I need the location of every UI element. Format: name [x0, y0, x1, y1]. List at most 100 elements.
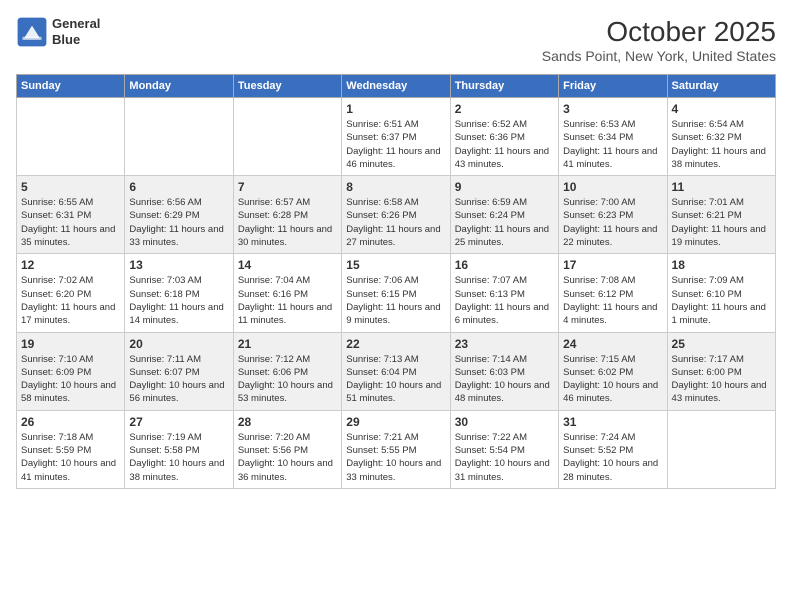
day-content: Sunrise: 6:53 AM Sunset: 6:34 PM Dayligh… [563, 118, 662, 171]
day-content: Sunrise: 7:24 AM Sunset: 5:52 PM Dayligh… [563, 431, 662, 484]
weekday-header-monday: Monday [125, 75, 233, 98]
calendar-table: SundayMondayTuesdayWednesdayThursdayFrid… [16, 74, 776, 489]
weekday-header-saturday: Saturday [667, 75, 775, 98]
day-number: 5 [21, 180, 120, 194]
day-content: Sunrise: 7:06 AM Sunset: 6:15 PM Dayligh… [346, 274, 445, 327]
day-content: Sunrise: 7:17 AM Sunset: 6:00 PM Dayligh… [672, 353, 771, 406]
day-content: Sunrise: 6:59 AM Sunset: 6:24 PM Dayligh… [455, 196, 554, 249]
calendar-cell: 15 Sunrise: 7:06 AM Sunset: 6:15 PM Dayli… [342, 254, 450, 332]
calendar-cell: 1 Sunrise: 6:51 AM Sunset: 6:37 PM Daylig… [342, 98, 450, 176]
day-number: 10 [563, 180, 662, 194]
day-content: Sunrise: 7:12 AM Sunset: 6:06 PM Dayligh… [238, 353, 337, 406]
calendar-cell: 11Sunrise: 7:01 AM Sunset: 6:21 PM Dayli… [667, 176, 775, 254]
day-number: 21 [238, 337, 337, 351]
calendar-cell: 30 Sunrise: 7:22 AM Sunset: 5:54 PM Dayli… [450, 410, 558, 488]
day-content: Sunrise: 7:21 AM Sunset: 5:55 PM Dayligh… [346, 431, 445, 484]
calendar-cell: 24 Sunrise: 7:15 AM Sunset: 6:02 PM Dayli… [559, 332, 667, 410]
logo: General Blue [16, 16, 100, 48]
logo-text: General Blue [52, 16, 100, 47]
calendar-cell: 4 Sunrise: 6:54 AM Sunset: 6:32 PM Daylig… [667, 98, 775, 176]
logo-icon [16, 16, 48, 48]
day-content: Sunrise: 7:19 AM Sunset: 5:58 PM Dayligh… [129, 431, 228, 484]
calendar-cell [233, 98, 341, 176]
day-number: 29 [346, 415, 445, 429]
calendar-cell: 2 Sunrise: 6:52 AM Sunset: 6:36 PM Daylig… [450, 98, 558, 176]
day-number: 4 [672, 102, 771, 116]
day-content: Sunrise: 6:54 AM Sunset: 6:32 PM Dayligh… [672, 118, 771, 171]
day-number: 9 [455, 180, 554, 194]
month-title: October 2025 [542, 16, 776, 48]
weekday-header-friday: Friday [559, 75, 667, 98]
calendar-cell: 8Sunrise: 6:58 AM Sunset: 6:26 PM Daylig… [342, 176, 450, 254]
weekday-header-wednesday: Wednesday [342, 75, 450, 98]
day-content: Sunrise: 7:10 AM Sunset: 6:09 PM Dayligh… [21, 353, 120, 406]
day-content: Sunrise: 6:51 AM Sunset: 6:37 PM Dayligh… [346, 118, 445, 171]
day-number: 22 [346, 337, 445, 351]
day-content: Sunrise: 7:11 AM Sunset: 6:07 PM Dayligh… [129, 353, 228, 406]
location-subtitle: Sands Point, New York, United States [542, 48, 776, 64]
day-content: Sunrise: 7:07 AM Sunset: 6:13 PM Dayligh… [455, 274, 554, 327]
day-number: 25 [672, 337, 771, 351]
weekday-header-sunday: Sunday [17, 75, 125, 98]
calendar-cell: 6 Sunrise: 6:56 AM Sunset: 6:29 PM Daylig… [125, 176, 233, 254]
calendar-cell: 22Sunrise: 7:13 AM Sunset: 6:04 PM Dayli… [342, 332, 450, 410]
day-number: 2 [455, 102, 554, 116]
calendar-cell: 23 Sunrise: 7:14 AM Sunset: 6:03 PM Dayli… [450, 332, 558, 410]
day-content: Sunrise: 7:04 AM Sunset: 6:16 PM Dayligh… [238, 274, 337, 327]
day-content: Sunrise: 7:22 AM Sunset: 5:54 PM Dayligh… [455, 431, 554, 484]
calendar-cell: 3 Sunrise: 6:53 AM Sunset: 6:34 PM Daylig… [559, 98, 667, 176]
week-row-5: 26 Sunrise: 7:18 AM Sunset: 5:59 PM Dayli… [17, 410, 776, 488]
day-number: 14 [238, 258, 337, 272]
calendar-cell: 9 Sunrise: 6:59 AM Sunset: 6:24 PM Daylig… [450, 176, 558, 254]
calendar-cell: 26 Sunrise: 7:18 AM Sunset: 5:59 PM Dayli… [17, 410, 125, 488]
day-content: Sunrise: 6:58 AM Sunset: 6:26 PM Dayligh… [346, 196, 445, 249]
day-content: Sunrise: 6:52 AM Sunset: 6:36 PM Dayligh… [455, 118, 554, 171]
day-content: Sunrise: 7:08 AM Sunset: 6:12 PM Dayligh… [563, 274, 662, 327]
day-number: 27 [129, 415, 228, 429]
day-content: Sunrise: 7:09 AM Sunset: 6:10 PM Dayligh… [672, 274, 771, 327]
day-number: 15 [346, 258, 445, 272]
calendar-cell: 12Sunrise: 7:02 AM Sunset: 6:20 PM Dayli… [17, 254, 125, 332]
calendar-cell: 28Sunrise: 7:20 AM Sunset: 5:56 PM Dayli… [233, 410, 341, 488]
day-number: 20 [129, 337, 228, 351]
day-number: 13 [129, 258, 228, 272]
day-number: 11 [672, 180, 771, 194]
day-content: Sunrise: 6:56 AM Sunset: 6:29 PM Dayligh… [129, 196, 228, 249]
calendar-cell: 29 Sunrise: 7:21 AM Sunset: 5:55 PM Dayli… [342, 410, 450, 488]
day-content: Sunrise: 6:55 AM Sunset: 6:31 PM Dayligh… [21, 196, 120, 249]
calendar-cell: 7Sunrise: 6:57 AM Sunset: 6:28 PM Daylig… [233, 176, 341, 254]
day-number: 18 [672, 258, 771, 272]
day-number: 19 [21, 337, 120, 351]
day-content: Sunrise: 7:18 AM Sunset: 5:59 PM Dayligh… [21, 431, 120, 484]
day-number: 17 [563, 258, 662, 272]
calendar-cell: 20 Sunrise: 7:11 AM Sunset: 6:07 PM Dayli… [125, 332, 233, 410]
weekday-header-thursday: Thursday [450, 75, 558, 98]
day-content: Sunrise: 7:02 AM Sunset: 6:20 PM Dayligh… [21, 274, 120, 327]
week-row-4: 19 Sunrise: 7:10 AM Sunset: 6:09 PM Dayli… [17, 332, 776, 410]
calendar-cell: 16Sunrise: 7:07 AM Sunset: 6:13 PM Dayli… [450, 254, 558, 332]
day-number: 3 [563, 102, 662, 116]
calendar-cell: 13Sunrise: 7:03 AM Sunset: 6:18 PM Dayli… [125, 254, 233, 332]
calendar-cell: 31Sunrise: 7:24 AM Sunset: 5:52 PM Dayli… [559, 410, 667, 488]
calendar-cell: 18 Sunrise: 7:09 AM Sunset: 6:10 PM Dayli… [667, 254, 775, 332]
week-row-2: 5 Sunrise: 6:55 AM Sunset: 6:31 PM Daylig… [17, 176, 776, 254]
day-number: 1 [346, 102, 445, 116]
day-number: 30 [455, 415, 554, 429]
calendar-cell: 5 Sunrise: 6:55 AM Sunset: 6:31 PM Daylig… [17, 176, 125, 254]
day-number: 6 [129, 180, 228, 194]
day-number: 24 [563, 337, 662, 351]
day-number: 26 [21, 415, 120, 429]
day-content: Sunrise: 7:14 AM Sunset: 6:03 PM Dayligh… [455, 353, 554, 406]
calendar-cell: 27 Sunrise: 7:19 AM Sunset: 5:58 PM Dayli… [125, 410, 233, 488]
day-content: Sunrise: 7:15 AM Sunset: 6:02 PM Dayligh… [563, 353, 662, 406]
weekday-header-tuesday: Tuesday [233, 75, 341, 98]
calendar-cell [125, 98, 233, 176]
title-block: October 2025 Sands Point, New York, Unit… [542, 16, 776, 64]
day-number: 7 [238, 180, 337, 194]
day-number: 28 [238, 415, 337, 429]
calendar-cell: 14 Sunrise: 7:04 AM Sunset: 6:16 PM Dayli… [233, 254, 341, 332]
day-number: 23 [455, 337, 554, 351]
calendar-cell [17, 98, 125, 176]
calendar-cell: 10Sunrise: 7:00 AM Sunset: 6:23 PM Dayli… [559, 176, 667, 254]
week-row-1: 1 Sunrise: 6:51 AM Sunset: 6:37 PM Daylig… [17, 98, 776, 176]
